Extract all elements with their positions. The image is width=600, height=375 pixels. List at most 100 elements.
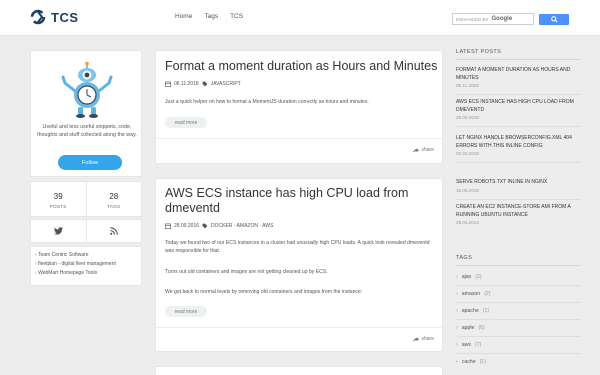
tag-icon: [202, 81, 208, 87]
posts-stat[interactable]: 39 POSTS: [31, 182, 86, 216]
tag-name[interactable]: apple: [462, 325, 475, 331]
tag-name[interactable]: apache: [462, 308, 479, 314]
search-enhanced-label: ENHANCED BY: [456, 16, 489, 22]
tag-item[interactable]: apache(1): [456, 308, 580, 314]
tag-item[interactable]: apple(6): [456, 325, 580, 331]
latest-post-date: 02.02.2016: [456, 151, 479, 156]
tag-count: (2): [484, 291, 491, 297]
latest-post-title[interactable]: FORMAT A MOMENT DURATION AS HOURS AND MI…: [456, 67, 586, 82]
profile-bio: Useful and less useful snippets, code, t…: [37, 124, 137, 138]
post-tags[interactable]: JAVASCRIPT: [211, 81, 241, 87]
rss-icon: [109, 227, 118, 235]
tag-name[interactable]: amazon: [462, 291, 480, 297]
latest-post-divider: [456, 126, 580, 127]
post-meta: 28.09.2016 DOCKER · AMAZON · AWS: [165, 223, 273, 229]
post-paragraph: Turns out old containers and images are …: [165, 269, 328, 275]
latest-post-date: 16.06.2015: [456, 187, 479, 193]
follow-button[interactable]: Follow: [58, 155, 122, 170]
post-card: AWS ECS instance has high CPU load from …: [155, 178, 443, 352]
latest-posts-heading: LATEST POSTS: [456, 49, 502, 55]
twitter-icon: [53, 227, 63, 235]
post-date: 06.11.2018: [174, 81, 199, 87]
nav-tcs[interactable]: TCS: [230, 13, 243, 20]
tags-stat[interactable]: 28 TAGS: [85, 182, 142, 216]
search-button[interactable]: [539, 14, 569, 25]
nav-tags[interactable]: Tags: [204, 13, 218, 20]
robot-mascot-icon: [61, 61, 113, 118]
latest-post-divider: [456, 198, 580, 200]
tags-count: 28: [109, 192, 119, 201]
tag-count: (2): [475, 274, 482, 280]
posts-label: POSTS: [49, 204, 67, 209]
latest-post-item[interactable]: AWS ECS INSTANCE HAS HIGH CPU LOAD FROM …: [456, 99, 586, 127]
link-fleetplan[interactable]: fleetplan - digital fleet management: [35, 260, 137, 269]
post-title[interactable]: AWS ECS instance has high CPU load from …: [165, 186, 435, 216]
latest-post-divider: [456, 94, 580, 95]
site-logo[interactable]: TCS: [30, 9, 79, 25]
tags-label: TAGS: [107, 204, 121, 209]
post-tags[interactable]: DOCKER · AMAZON · AWS: [211, 223, 273, 229]
profile-card: Useful and less useful snippets, code, t…: [30, 50, 142, 177]
tag-name[interactable]: cache: [462, 359, 476, 365]
tag-count: (1): [479, 359, 486, 365]
tags-heading: TAGS: [456, 255, 473, 261]
logo-text: TCS: [51, 9, 79, 25]
post-paragraph: We got back to normal levels by removing…: [165, 289, 363, 295]
tag-count: (6): [478, 325, 485, 331]
post-card: [155, 366, 443, 375]
stats-card: 39 POSTS 28 TAGS: [30, 181, 142, 217]
share-icon: [413, 147, 420, 153]
tag-count: (1): [482, 308, 490, 314]
tag-divider: [456, 353, 580, 354]
latest-post-item[interactable]: FORMAT A MOMENT DURATION AS HOURS AND MI…: [456, 67, 586, 95]
calendar-icon: [165, 223, 171, 229]
tag-item[interactable]: amazon (2): [456, 291, 580, 297]
share-icon: [413, 336, 420, 342]
latest-post-item[interactable]: LET NGINX HANDLE BROWSERCONFIG.XML 404 E…: [456, 135, 586, 163]
tag-divider: [456, 285, 580, 286]
post-excerpt: Just a quick helper on how to format a M…: [165, 99, 369, 105]
link-team-centric[interactable]: Team Centric Software: [35, 251, 137, 260]
link-webmart[interactable]: WebMart Homepage Tools: [35, 269, 137, 278]
latest-post-title[interactable]: LET NGINX HANDLE BROWSERCONFIG.XML 404 E…: [456, 135, 586, 150]
tag-item[interactable]: ajax(2): [456, 274, 580, 280]
posts-count: 39: [53, 192, 63, 201]
post-date: 28.09.2016: [174, 223, 200, 229]
post-paragraph: Today we found two of our ECS instances …: [165, 240, 430, 254]
post-title[interactable]: Format a moment duration as Hours and Mi…: [165, 59, 437, 74]
share-button[interactable]: share: [413, 336, 434, 342]
share-label: share: [421, 147, 434, 153]
twitter-link[interactable]: [31, 220, 86, 242]
tag-icon: [202, 223, 208, 229]
calendar-icon: [165, 81, 171, 87]
latest-post-title[interactable]: CREATE AN EC2 INSTANCE-STORE AMI FROM A …: [456, 204, 586, 219]
latest-post-title[interactable]: SERVE ROBOTS.TXT INLINE IN NGINX: [456, 179, 586, 187]
share-label: share: [421, 336, 434, 342]
latest-post-date: 29.04.2014: [456, 220, 479, 225]
search-input[interactable]: ENHANCED BY Google: [452, 13, 534, 25]
post-meta: 06.11.2018 JAVASCRIPT: [165, 81, 241, 87]
search-google-label: Google: [491, 16, 513, 22]
nav-home[interactable]: Home: [175, 13, 192, 20]
search-icon: [550, 16, 558, 23]
latest-post-item[interactable]: CREATE AN EC2 INSTANCE-STORE AMI FROM A …: [456, 204, 586, 226]
tag-count: (7): [474, 342, 482, 348]
post-divider: [156, 327, 442, 328]
tag-item[interactable]: aws(7): [456, 342, 580, 348]
post-card: Format a moment duration as Hours and Mi…: [155, 50, 443, 164]
read-more-button[interactable]: read more: [165, 117, 207, 128]
tag-name[interactable]: ajax: [462, 274, 472, 280]
rss-link[interactable]: [85, 220, 142, 242]
tag-name[interactable]: aws: [462, 342, 471, 348]
latest-posts-rule: [456, 59, 580, 60]
share-button[interactable]: share: [413, 147, 434, 153]
tag-divider: [456, 319, 580, 320]
read-more-button[interactable]: read more: [165, 306, 207, 317]
latest-post-date: 06.11.2018: [456, 83, 479, 88]
latest-post-title[interactable]: AWS ECS INSTANCE HAS HIGH CPU LOAD FROM …: [456, 99, 586, 114]
tag-item[interactable]: cache(1): [456, 359, 580, 365]
main-nav: Home Tags TCS: [175, 13, 243, 20]
latest-post-date: 28.09.2016: [456, 115, 479, 120]
tag-divider: [456, 336, 580, 337]
latest-post-item[interactable]: SERVE ROBOTS.TXT INLINE IN NGINX 16.06.2…: [456, 179, 586, 200]
